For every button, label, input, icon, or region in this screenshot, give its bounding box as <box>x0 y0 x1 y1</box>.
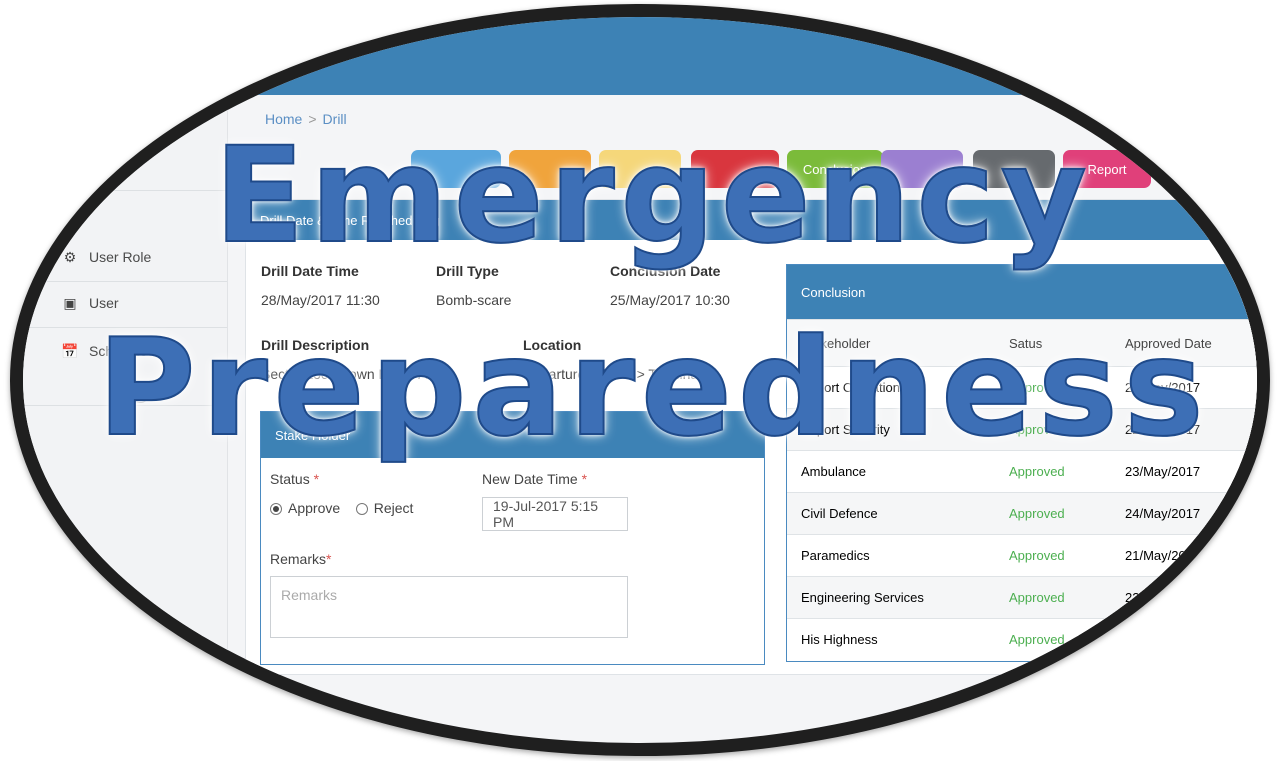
conclusion-date-value: 25/May/2017 10:30 <box>610 292 730 308</box>
top-bar <box>23 17 1257 95</box>
approve-radio[interactable]: Approve <box>270 500 340 516</box>
drill-date-time-value: 28/May/2017 11:30 <box>261 292 380 308</box>
approve-radio-dot[interactable] <box>270 503 282 516</box>
approved-date-cell: 21/May/2017 <box>1111 366 1257 409</box>
step-2[interactable] <box>509 150 591 188</box>
table-row[interactable]: Airport Security Approved 22/May/2017 <box>787 408 1257 451</box>
conclusion-panel: Conclusion Stakeholder Satus Approved Da… <box>786 264 1257 662</box>
table-row[interactable]: Engineering Services Approved 22/May/2017 <box>787 576 1257 619</box>
sidebar-divider <box>23 281 227 282</box>
calendar-icon: 📅 <box>61 342 79 359</box>
drill-type-value: Bomb-scare <box>436 292 512 308</box>
conclusion-table: Stakeholder Satus Approved Date Airport … <box>787 319 1257 660</box>
sidebar-divider <box>23 327 227 328</box>
table-row[interactable]: His Highness Approved 24/May/2017 <box>787 618 1257 660</box>
drill-description-label: Drill Description <box>261 337 370 353</box>
stakeholder-cell: His Highness <box>787 618 995 660</box>
stakeholder-form-title: Stake Holder <box>261 412 764 458</box>
sidebar-item-label: User Role <box>89 249 152 265</box>
app-screen: ⚙ User Role ▣ User 📅 Schedule « Home > Dri… <box>23 17 1257 743</box>
stakeholder-cell: Engineering Services <box>787 576 995 619</box>
step-6[interactable] <box>881 150 963 188</box>
stakeholder-cell: Airport Security <box>787 408 995 451</box>
step-report[interactable]: Report <box>1063 150 1151 188</box>
panel-title: Drill Date & Time Rescheduling <box>246 200 1257 240</box>
stakeholder-cell: Civil Defence <box>787 492 995 535</box>
reject-radio-dot[interactable] <box>355 503 368 516</box>
step-3[interactable] <box>599 150 681 188</box>
breadcrumb: Home > Drill <box>265 111 347 127</box>
step-7[interactable] <box>973 150 1055 188</box>
drill-date-time-label: Drill Date Time <box>261 263 359 279</box>
stakeholder-cell: Airport Operations <box>787 366 995 409</box>
drill-description-value: Sector Lock Down Entire Area <box>261 366 448 382</box>
status-cell: Approved <box>995 618 1111 660</box>
user-icon: ▣ <box>63 294 77 311</box>
table-row[interactable]: Ambulance Approved 23/May/2017 <box>787 450 1257 493</box>
remarks-textarea[interactable]: Remarks <box>270 576 628 638</box>
step-4[interactable] <box>691 150 779 188</box>
collapse-sidebar-button[interactable]: « <box>130 383 150 403</box>
new-date-time-input[interactable]: 19-Jul-2017 5:15 PM <box>482 497 628 531</box>
breadcrumb-current: Drill <box>322 111 347 127</box>
sidebar-item-user-role[interactable]: ⚙ User Role <box>61 237 152 277</box>
approved-date-cell: 21/May/2017 <box>1111 534 1257 577</box>
stakeholder-cell: Paramedics <box>787 534 995 577</box>
approved-date-cell: 24/May/2017 <box>1111 618 1257 660</box>
table-row[interactable]: Civil Defence Approved 24/May/2017 <box>787 492 1257 535</box>
new-date-time-label: New Date Time * <box>482 471 588 487</box>
sidebar-item-user[interactable]: ▣ User <box>61 283 119 323</box>
drill-type-label: Drill Type <box>436 263 499 279</box>
sidebar-divider <box>23 190 227 191</box>
status-cell: Approved <box>995 534 1111 577</box>
status-radio-group: Approve Reject <box>270 500 413 516</box>
location-value: Departure Station > Terminal <box>523 366 702 382</box>
approved-date-cell: 22/May/2017 <box>1111 408 1257 451</box>
status-cell: Approved <box>995 408 1111 451</box>
conclusion-date-label: Conclusion Date <box>610 263 721 279</box>
column-header[interactable]: Approved Date <box>1111 319 1257 367</box>
column-header[interactable]: Satus <box>995 319 1111 367</box>
status-cell: Approved <box>995 492 1111 535</box>
sidebar-item-label: Schedule <box>89 343 148 359</box>
status-cell: Approved <box>995 576 1111 619</box>
approved-date-cell: 24/May/2017 <box>1111 492 1257 535</box>
approved-date-cell: 23/May/2017 <box>1111 450 1257 493</box>
bottom-button[interactable] <box>365 721 421 743</box>
status-label: Status * <box>270 471 320 487</box>
sidebar: ⚙ User Role ▣ User 📅 Schedule <box>23 95 228 743</box>
conclusion-title: Conclusion <box>787 265 1257 319</box>
stakeholder-cell: Ambulance <box>787 450 995 493</box>
location-label: Location <box>523 337 582 353</box>
breadcrumb-home[interactable]: Home <box>265 111 302 127</box>
breadcrumb-separator: > <box>308 111 317 127</box>
approved-date-cell: 22/May/2017 <box>1111 576 1257 619</box>
step-1[interactable] <box>411 150 501 188</box>
sidebar-item-schedule[interactable]: 📅 Schedule <box>61 331 147 371</box>
table-header-row: Stakeholder Satus Approved Date <box>787 319 1257 367</box>
table-row[interactable]: Airport Operations Approved 21/May/2017 <box>787 366 1257 409</box>
column-header[interactable]: Stakeholder <box>787 319 995 367</box>
sidebar-item-label: User <box>89 295 119 311</box>
step-conclusion[interactable]: Conclusion <box>787 150 883 188</box>
table-row[interactable]: Paramedics Approved 21/May/2017 <box>787 534 1257 577</box>
status-cell: Approved <box>995 366 1111 409</box>
sidebar-divider <box>23 405 227 406</box>
user-role-icon: ⚙ <box>63 248 77 265</box>
remarks-label: Remarks* <box>270 551 332 567</box>
status-cell: Approved <box>995 450 1111 493</box>
lens-frame: ⚙ User Role ▣ User 📅 Schedule « Home > Dri… <box>10 4 1270 756</box>
reject-radio[interactable]: Reject <box>355 500 413 516</box>
